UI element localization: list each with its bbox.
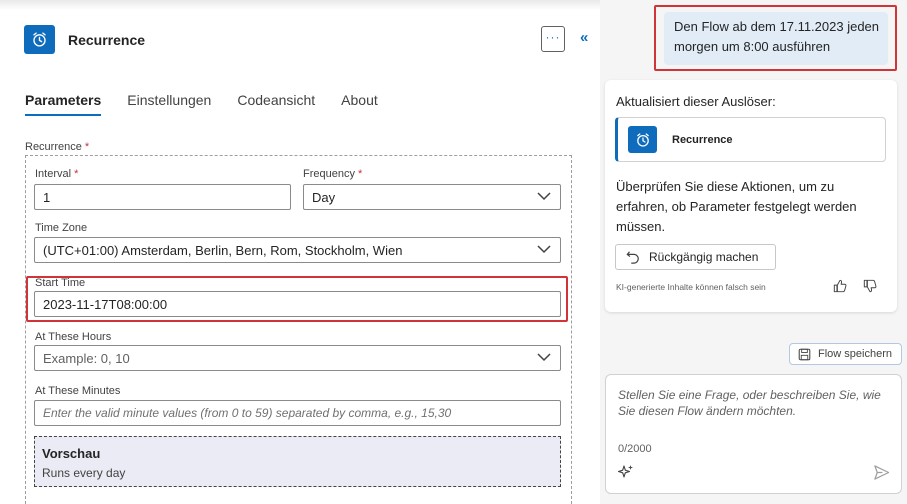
undo-label: Rückgängig machen [649,250,759,264]
hours-placeholder: Example: 0, 10 [43,350,130,366]
user-message-highlight [654,5,897,71]
chevron-down-icon [537,245,551,254]
copilot-response-card: Aktualisiert dieser Auslöser: Recurrence… [605,80,897,312]
send-icon[interactable] [873,464,890,481]
trigger-card[interactable]: Recurrence [615,117,886,162]
frequency-label: Frequency * [303,168,362,180]
preview-text: Runs every day [42,466,126,480]
thumbs-up-icon[interactable] [833,279,847,293]
interval-required-mark: * [74,168,79,180]
frequency-required-mark: * [358,168,363,180]
chevron-down-icon [537,192,551,201]
action-config-pane: Recurrence ··· « Parameters Einstellunge… [0,0,600,504]
card-title: Aktualisiert dieser Auslöser: [616,94,776,109]
clock-icon [24,25,55,54]
tab-about[interactable]: About [341,92,378,114]
start-time-highlight [26,276,568,322]
preview-title: Vorschau [42,446,101,461]
more-options-button[interactable]: ··· [541,26,565,52]
copilot-pane: Den Flow ab dem 17.11.2023 jeden morgen … [600,0,907,504]
clock-icon [628,126,657,153]
interval-label: Interval * [35,168,78,180]
save-icon [798,348,811,360]
minutes-placeholder: Enter the valid minute values (from 0 to… [43,406,452,420]
sparkle-icon[interactable] [618,464,634,480]
char-counter: 0/2000 [618,443,652,455]
undo-icon [626,251,639,264]
timezone-value: (UTC+01:00) Amsterdam, Berlin, Bern, Rom… [43,242,403,258]
required-mark: * [84,141,90,153]
thumbs-down-icon[interactable] [863,279,877,293]
action-title: Recurrence [68,32,146,48]
minutes-input[interactable]: Enter the valid minute values (from 0 to… [34,400,561,426]
timezone-dropdown[interactable]: (UTC+01:00) Amsterdam, Berlin, Bern, Rom… [34,237,561,263]
top-shadow [0,0,600,10]
trigger-name: Recurrence [672,134,733,146]
save-flow-label: Flow speichern [818,348,892,360]
interval-label-text: Interval [35,168,72,180]
hours-label: At These Hours [35,331,112,343]
chevron-down-icon [537,353,551,362]
interval-input[interactable]: 1 [34,184,291,210]
tab-einstellungen[interactable]: Einstellungen [127,92,211,114]
frequency-label-text: Frequency [303,168,355,180]
chat-placeholder: Stellen Sie eine Frage, oder beschreiben… [618,388,881,418]
interval-value: 1 [43,189,51,205]
card-description: Überprüfen Sie diese Aktionen, um zu erf… [616,179,857,234]
hours-dropdown[interactable]: Example: 0, 10 [34,345,561,371]
chat-input[interactable]: Stellen Sie eine Frage, oder beschreiben… [605,374,902,494]
frequency-dropdown[interactable]: Day [303,184,561,210]
tab-parameters[interactable]: Parameters [25,92,102,116]
minutes-label: At These Minutes [35,385,121,397]
tab-codeansicht[interactable]: Codeansicht [237,92,315,114]
frequency-value: Day [312,189,336,205]
recurrence-label-text: Recurrence [25,141,82,153]
schedule-preview: Vorschau Runs every day [34,436,561,487]
collapse-panel-button[interactable]: « [580,29,588,46]
timezone-label: Time Zone [35,222,88,234]
tab-bar: Parameters Einstellungen Codeansicht Abo… [25,92,404,116]
undo-button[interactable]: Rückgängig machen [615,244,776,270]
ai-disclaimer: KI-generierte Inhalte können falsch sein [616,282,766,292]
recurrence-section-label: Recurrence * [25,141,89,153]
save-flow-button[interactable]: Flow speichern [789,343,902,365]
